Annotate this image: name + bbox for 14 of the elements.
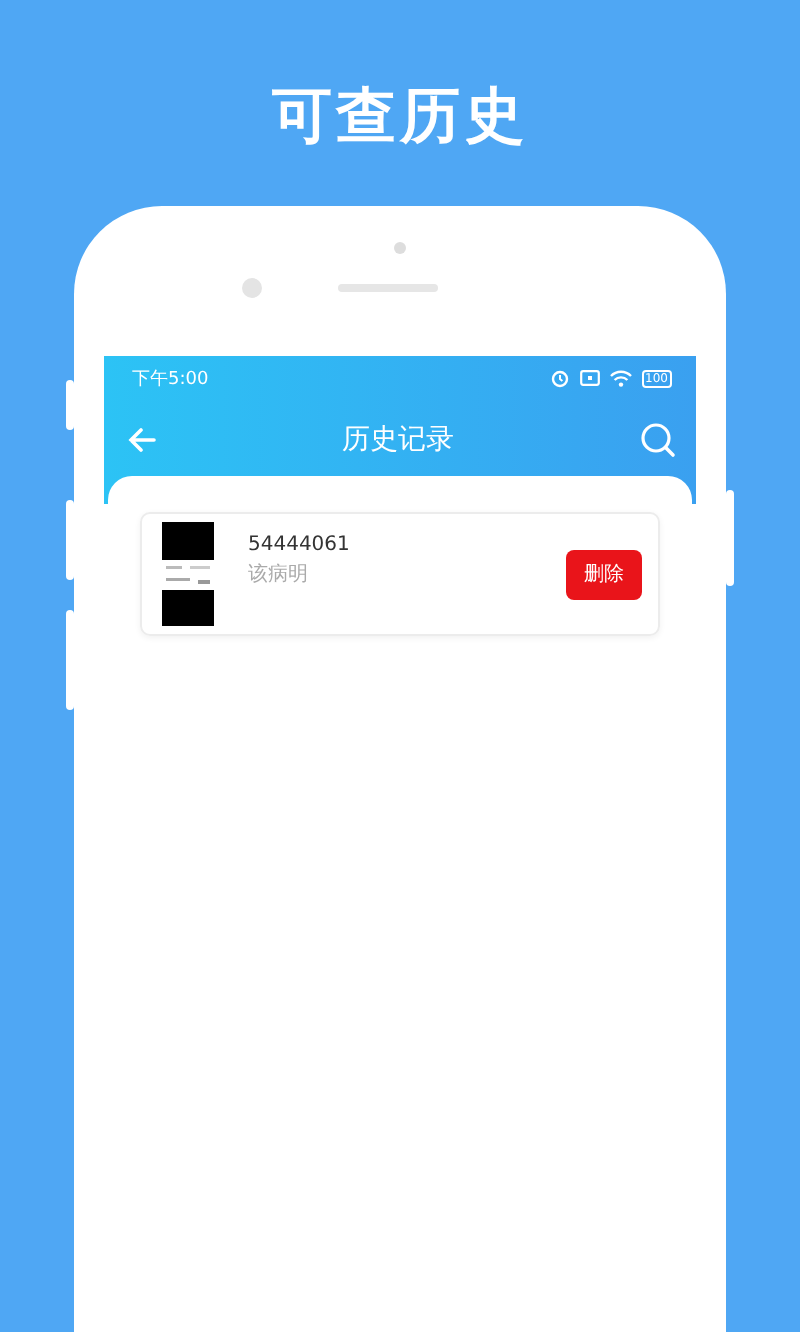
sim-icon	[579, 370, 600, 386]
record-card[interactable]: 54444061 该病明 删除	[140, 512, 660, 636]
sensor-dot	[394, 242, 406, 254]
alarm-icon	[549, 368, 570, 388]
delete-button[interactable]: 删除	[566, 549, 642, 599]
back-arrow-icon[interactable]	[128, 428, 156, 452]
headline: 可查历史	[272, 80, 528, 156]
record-subtitle: 该病明	[248, 561, 310, 587]
record-number: 54444061	[248, 533, 352, 555]
nav-title: 历史记录	[342, 422, 454, 458]
search-icon[interactable]	[640, 422, 676, 458]
wifi-icon	[609, 369, 632, 387]
status-time: 下午5:00	[132, 367, 209, 391]
camera-icon	[242, 278, 262, 298]
